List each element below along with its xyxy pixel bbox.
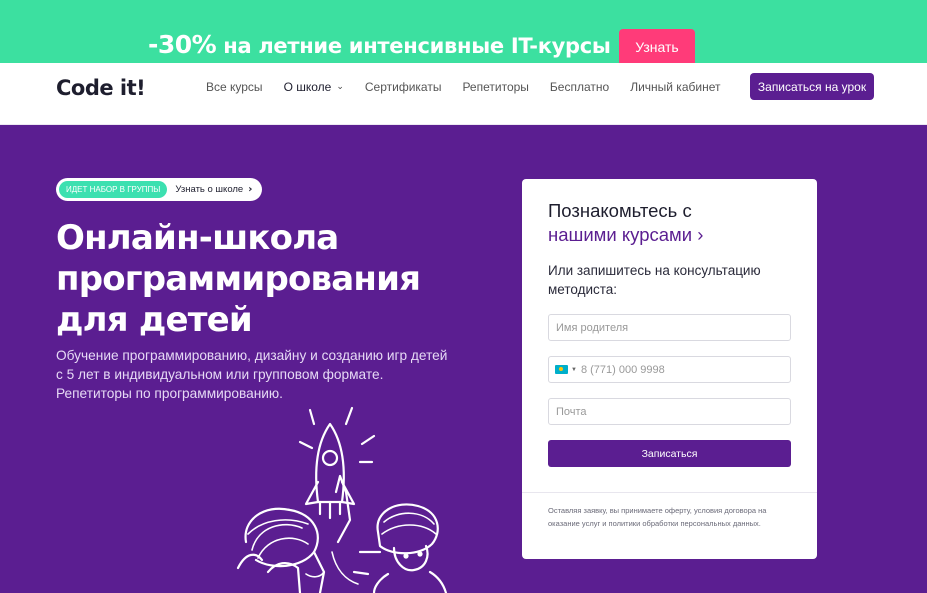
courses-link[interactable]: нашими курсами › bbox=[548, 223, 703, 247]
hero-title: Онлайн-школа программирования для детей bbox=[56, 218, 476, 341]
kz-flag-icon[interactable] bbox=[555, 365, 568, 374]
hero-title-line: программирования bbox=[56, 259, 421, 299]
phone-input[interactable]: ▼ 8 (771) 000 9998 bbox=[548, 356, 791, 383]
promo-banner: -30% на летние интенсивные IT-курсы Узна… bbox=[0, 0, 927, 64]
email-input[interactable]: Почта bbox=[548, 398, 791, 425]
parent-name-input[interactable]: Имя родителя bbox=[548, 314, 791, 341]
promo-discount: -30% bbox=[148, 30, 217, 59]
promo-text: -30% на летние интенсивные IT-курсы bbox=[148, 30, 611, 59]
nav-about-school[interactable]: О школе ⌄ bbox=[284, 80, 344, 94]
enrollment-badge[interactable]: ИДЕТ НАБОР В ГРУППЫ Узнать о школе › bbox=[56, 178, 262, 201]
promo-learn-button[interactable]: Узнать bbox=[619, 29, 695, 64]
nav-personal-account[interactable]: Личный кабинет bbox=[630, 80, 720, 94]
phone-placeholder: 8 (771) 000 9998 bbox=[580, 363, 665, 376]
nav-all-courses[interactable]: Все курсы bbox=[206, 80, 263, 94]
nav-label: Сертификаты bbox=[364, 80, 442, 94]
consultation-form-card: Познакомьтесь с нашими курсами › Или зап… bbox=[522, 179, 817, 559]
promo-description: на летние интенсивные IT-курсы bbox=[216, 34, 611, 58]
caret-down-icon[interactable]: ▼ bbox=[571, 367, 577, 373]
hero-subtitle-line: с 5 лет в индивидуальном или групповом ф… bbox=[56, 367, 384, 382]
hero-subtitle-line: Репетиторы по программированию. bbox=[56, 386, 283, 401]
rocket-kids-illustration bbox=[236, 406, 448, 593]
signup-lesson-button[interactable]: Записаться на урок bbox=[750, 73, 874, 100]
main-nav: Все курсы О школе ⌄ Сертификаты Репетитор… bbox=[206, 80, 741, 94]
nav-label: Репетиторы bbox=[462, 80, 529, 94]
chevron-right-icon: › bbox=[248, 184, 253, 195]
nav-label: Бесплатно bbox=[549, 80, 610, 94]
nav-label: Все курсы bbox=[206, 80, 263, 94]
about-school-link[interactable]: Узнать о школе bbox=[175, 184, 243, 195]
hero-title-line: для детей bbox=[56, 300, 253, 340]
enrollment-tag: ИДЕТ НАБОР В ГРУППЫ bbox=[59, 181, 168, 198]
hero-title-line: Онлайн-школа bbox=[56, 218, 339, 258]
nav-certificates[interactable]: Сертификаты bbox=[365, 80, 442, 94]
hero-subtitle: Обучение программированию, дизайну и соз… bbox=[56, 346, 476, 403]
nav-tutors[interactable]: Репетиторы bbox=[462, 80, 528, 94]
nav-label: Личный кабинет bbox=[630, 80, 721, 94]
chevron-down-icon: ⌄ bbox=[336, 80, 344, 91]
site-header: Code it! Все курсы О школе ⌄ Сертификаты … bbox=[0, 63, 927, 125]
divider bbox=[522, 492, 817, 493]
nav-free[interactable]: Бесплатно bbox=[550, 80, 609, 94]
logo[interactable]: Code it! bbox=[56, 76, 146, 100]
form-subtitle: Или запишитесь на консультацию методиста… bbox=[548, 263, 761, 297]
legal-notice: Оставляя заявку, вы принимаете оферту, у… bbox=[548, 506, 767, 528]
hero-subtitle-line: Обучение программированию, дизайну и соз… bbox=[56, 348, 448, 363]
nav-label: О школе bbox=[283, 80, 332, 94]
submit-button[interactable]: Записаться bbox=[548, 440, 791, 467]
form-title: Познакомьтесь с bbox=[548, 200, 692, 221]
